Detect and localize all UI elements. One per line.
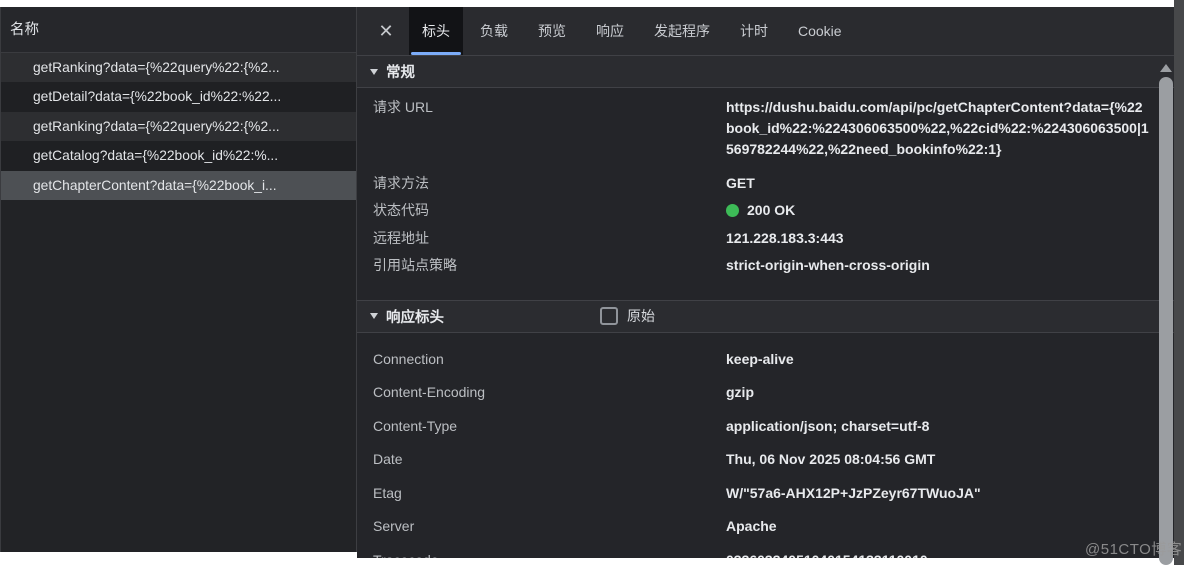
- field-value: 200 OK: [726, 197, 1174, 224]
- tab-strip: 标头 负载 预览 响应 发起程序 计时 Cookie: [409, 7, 859, 55]
- field-value: 121.228.183.3:443: [726, 229, 844, 246]
- general-section-header[interactable]: 常规: [357, 55, 1174, 88]
- request-list: getRanking?data={%22query%22:{%2... getD…: [1, 53, 356, 200]
- tab-response[interactable]: 响应: [583, 7, 637, 55]
- response-headers-body: Connection keep-alive Content-Encoding g…: [357, 333, 1174, 558]
- request-name: getRanking?data={%22query%22:{%2...: [33, 60, 280, 75]
- field-label: Content-Encoding: [373, 384, 486, 401]
- field-label: Date: [373, 451, 403, 468]
- tab-label: Cookie: [798, 23, 842, 39]
- triangle-collapse-icon: [370, 68, 378, 75]
- header-field-row: 请求方法 GET: [357, 170, 1174, 197]
- request-detail-panel: ✕ 标头 负载 预览 响应 发起程序 计时 Cookie 常规 请求 URL https:/…: [357, 7, 1174, 558]
- header-field-row: Server Apache: [357, 510, 1174, 544]
- field-value: keep-alive: [726, 350, 794, 367]
- field-value: W/"57a6-AHX12P+JzPZeyr67TWuoJA": [726, 484, 981, 501]
- request-name: getRanking?data={%22query%22:{%2...: [33, 118, 280, 134]
- field-label: Connection: [373, 350, 444, 367]
- network-request-row[interactable]: getCatalog?data={%22book_id%22:%...: [1, 141, 356, 171]
- field-label: Content-Type: [373, 417, 458, 434]
- header-field-row: Etag W/"57a6-AHX12P+JzPZeyr67TWuoJA": [357, 477, 1174, 511]
- field-value: https://dushu.baidu.com/api/pc/getChapte…: [726, 99, 1149, 157]
- request-name: getChapterContent?data={%22book_i...: [33, 177, 277, 193]
- triangle-collapse-icon: [370, 313, 378, 320]
- watermark: @51CTO博客: [1085, 541, 1183, 558]
- tab-timing[interactable]: 计时: [727, 7, 781, 55]
- request-name: getDetail?data={%22book_id%22:%22...: [33, 89, 282, 105]
- field-value: GET: [726, 175, 755, 191]
- general-section-body: 请求 URL https://dushu.baidu.com/api/pc/ge…: [357, 88, 1174, 280]
- tab-initiator[interactable]: 发起程序: [641, 7, 723, 55]
- network-request-row[interactable]: getDetail?data={%22book_id%22:%22...: [1, 82, 356, 112]
- vertical-scrollbar-thumb[interactable]: [1159, 77, 1173, 565]
- tab-payload[interactable]: 负载: [467, 7, 521, 55]
- field-value: gzip: [726, 384, 754, 401]
- response-headers-section-header[interactable]: 响应标头 原始: [357, 299, 1174, 333]
- field-label: 状态代码: [373, 202, 429, 219]
- header-field-row: Connection keep-alive: [357, 343, 1174, 377]
- header-field-row: Date Thu, 06 Nov 2025 08:04:56 GMT: [357, 443, 1174, 477]
- field-label: 远程地址: [373, 229, 429, 246]
- tab-label: 响应: [596, 23, 624, 39]
- raw-toggle: 原始: [600, 301, 655, 332]
- field-label: Etag: [373, 484, 402, 501]
- response-headers-section-title: 响应标头: [386, 309, 444, 326]
- request-list-column-header[interactable]: 名称: [1, 7, 356, 53]
- field-value: Thu, 06 Nov 2025 08:04:56 GMT: [726, 451, 936, 468]
- field-label: 请求方法: [373, 175, 429, 191]
- network-request-list-panel: 名称 getRanking?data={%22query%22:{%2... g…: [0, 7, 357, 552]
- network-request-row[interactable]: getRanking?data={%22query%22:{%2...: [1, 53, 356, 83]
- tab-label: 发起程序: [654, 23, 710, 39]
- field-label: 引用站点策略: [373, 257, 457, 274]
- network-request-row[interactable]: getChapterContent?data={%22book_i...: [1, 170, 356, 200]
- raw-checkbox-label: 原始: [627, 308, 655, 325]
- raw-checkbox[interactable]: [600, 307, 618, 326]
- status-dot-icon: [726, 203, 739, 217]
- close-icon[interactable]: ✕: [371, 7, 401, 55]
- window-edge-strip: [1174, 0, 1184, 565]
- field-label: 请求 URL: [373, 99, 433, 115]
- field-label: Tracecode: [357, 544, 726, 558]
- scroll-up-arrow-icon[interactable]: [1160, 64, 1172, 72]
- tab-label: 计时: [740, 23, 768, 39]
- field-value: strict-origin-when-cross-origin: [726, 257, 930, 274]
- tab-cookies[interactable]: Cookie: [785, 7, 855, 55]
- header-field-row: Content-Encoding gzip: [357, 376, 1174, 410]
- field-label: Server: [373, 518, 415, 535]
- header-field-row: Content-Type application/json; charset=u…: [357, 410, 1174, 444]
- field-value: application/json; charset=utf-8: [726, 417, 930, 434]
- tab-preview[interactable]: 预览: [525, 7, 579, 55]
- header-field-row: 引用站点策略 strict-origin-when-cross-origin: [357, 252, 1174, 279]
- header-field-row: Tracecode 03360334051040154133110010: [357, 544, 1174, 558]
- tab-label: 负载: [480, 23, 508, 39]
- tab-label: 预览: [538, 23, 566, 39]
- header-field-row: 远程地址 121.228.183.3:443: [357, 225, 1174, 252]
- detail-tabbar: ✕ 标头 负载 预览 响应 发起程序 计时 Cookie: [357, 7, 1174, 55]
- request-name: getCatalog?data={%22book_id%22:%...: [33, 148, 279, 164]
- network-request-row[interactable]: getRanking?data={%22query%22:{%2...: [1, 111, 356, 142]
- tab-label: 标头: [422, 23, 450, 39]
- header-field-row: 状态代码 200 OK: [357, 197, 1174, 224]
- header-field-row: 请求 URL https://dushu.baidu.com/api/pc/ge…: [357, 97, 1174, 160]
- general-section-title: 常规: [386, 65, 415, 81]
- tab-headers[interactable]: 标头: [409, 7, 463, 55]
